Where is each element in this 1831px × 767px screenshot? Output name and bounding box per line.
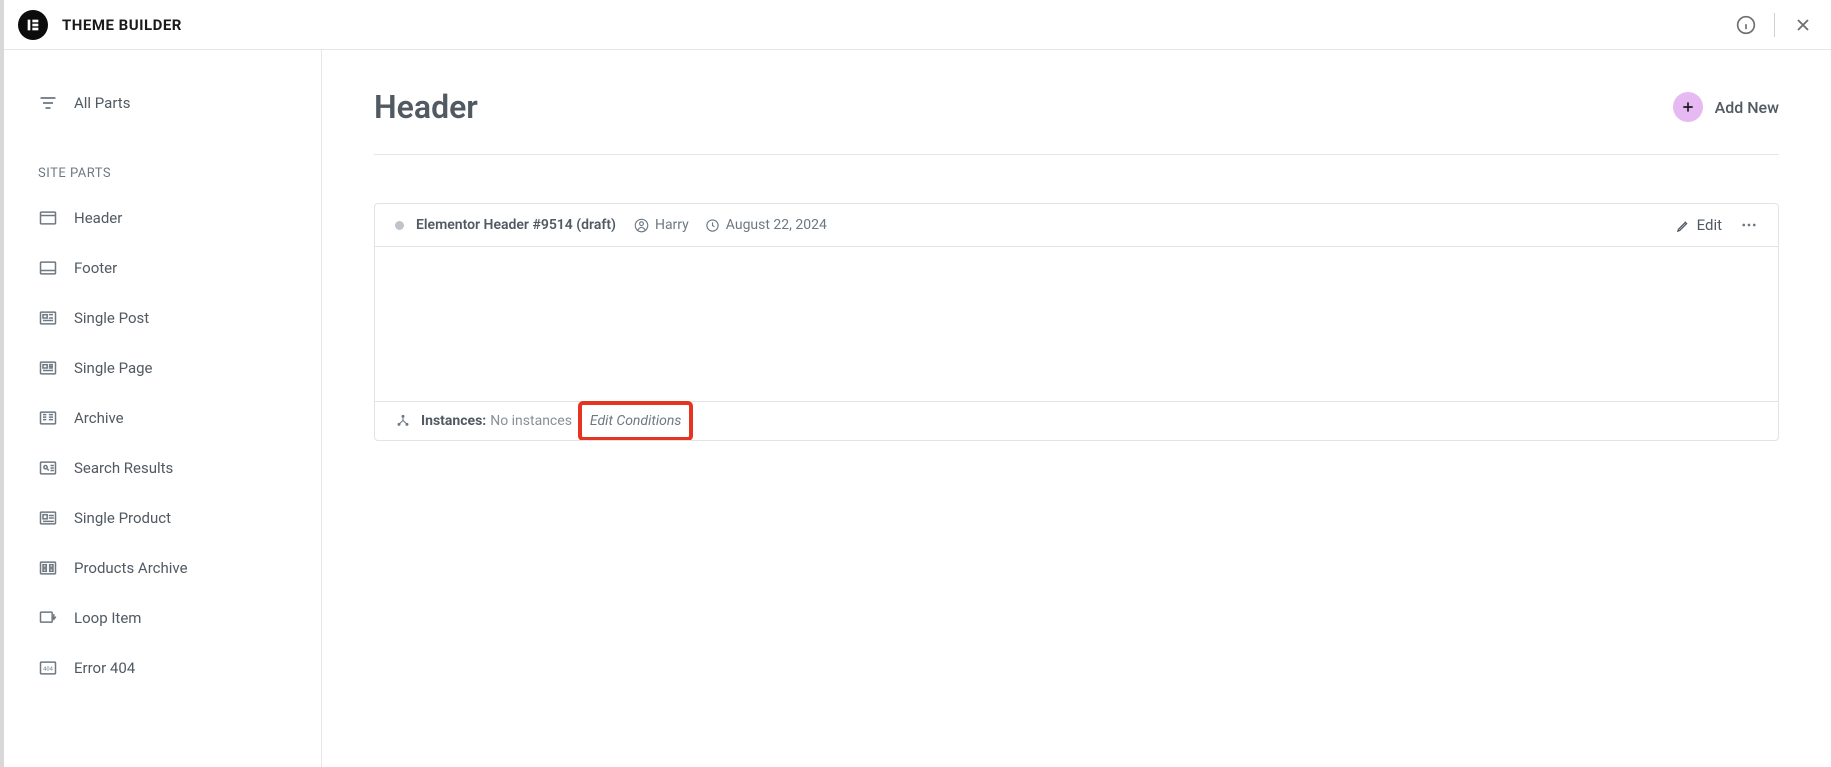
edit-conditions-link[interactable]: Edit Conditions bbox=[590, 413, 681, 429]
sidebar-item-label: Search Results bbox=[74, 459, 173, 477]
products-archive-icon bbox=[38, 558, 58, 578]
sidebar-all-parts[interactable]: All Parts bbox=[4, 78, 321, 128]
archive-icon bbox=[38, 408, 58, 428]
sidebar-item-error-404[interactable]: 404 Error 404 bbox=[4, 643, 321, 693]
template-author-name: Harry bbox=[655, 217, 689, 233]
sidebar-item-label: Archive bbox=[74, 409, 124, 427]
add-new-button[interactable]: Add New bbox=[1673, 92, 1779, 122]
dots-horizontal-icon bbox=[1740, 216, 1758, 234]
footer-icon bbox=[38, 258, 58, 278]
content-area: Header Add New Elementor Header #9514 (d… bbox=[322, 50, 1831, 767]
topbar-divider bbox=[1774, 13, 1775, 37]
status-dot-icon bbox=[395, 221, 404, 230]
template-card: Elementor Header #9514 (draft) Harry Aug… bbox=[374, 203, 1779, 441]
sidebar-item-footer[interactable]: Footer bbox=[4, 243, 321, 293]
pencil-icon bbox=[1676, 218, 1691, 233]
sidebar-item-label: Single Product bbox=[74, 509, 171, 527]
elementor-logo-icon bbox=[18, 10, 48, 40]
template-preview[interactable] bbox=[375, 247, 1778, 401]
sidebar: All Parts SITE PARTS Header Footer Singl… bbox=[4, 50, 322, 767]
user-icon bbox=[634, 218, 649, 233]
sidebar-item-label: Single Post bbox=[74, 309, 149, 327]
sidebar-item-single-product[interactable]: Single Product bbox=[4, 493, 321, 543]
plus-icon bbox=[1673, 92, 1703, 122]
svg-text:404: 404 bbox=[43, 667, 54, 673]
template-author: Harry bbox=[634, 217, 689, 233]
template-date-value: August 22, 2024 bbox=[726, 217, 827, 233]
template-title[interactable]: Elementor Header #9514 (draft) bbox=[416, 217, 616, 233]
sidebar-item-label: Header bbox=[74, 209, 122, 227]
template-card-header: Elementor Header #9514 (draft) Harry Aug… bbox=[375, 204, 1778, 247]
template-card-footer: Instances: No instances Edit Conditions bbox=[375, 401, 1778, 440]
sidebar-item-label: Loop Item bbox=[74, 609, 141, 627]
sidebar-item-single-page[interactable]: Single Page bbox=[4, 343, 321, 393]
app-title: THEME BUILDER bbox=[62, 16, 182, 34]
edit-button-label: Edit bbox=[1697, 216, 1722, 234]
sidebar-item-label: Single Page bbox=[74, 359, 153, 377]
sidebar-all-parts-label: All Parts bbox=[74, 94, 130, 112]
sidebar-item-header[interactable]: Header bbox=[4, 193, 321, 243]
topbar: THEME BUILDER bbox=[4, 0, 1831, 50]
error-404-icon: 404 bbox=[38, 658, 58, 678]
instances-icon bbox=[395, 413, 411, 429]
sidebar-item-archive[interactable]: Archive bbox=[4, 393, 321, 443]
sidebar-item-label: Footer bbox=[74, 259, 117, 277]
more-options-button[interactable] bbox=[1740, 216, 1758, 234]
page-title: Header bbox=[374, 88, 478, 126]
loop-item-icon bbox=[38, 608, 58, 628]
clock-icon bbox=[705, 218, 720, 233]
instances-label: Instances: bbox=[421, 413, 486, 429]
sidebar-item-search-results[interactable]: Search Results bbox=[4, 443, 321, 493]
sidebar-item-loop-item[interactable]: Loop Item bbox=[4, 593, 321, 643]
sidebar-item-products-archive[interactable]: Products Archive bbox=[4, 543, 321, 593]
instances-value: No instances bbox=[490, 413, 572, 429]
help-icon[interactable] bbox=[1736, 15, 1756, 35]
sidebar-item-label: Error 404 bbox=[74, 659, 135, 677]
single-product-icon bbox=[38, 508, 58, 528]
template-date: August 22, 2024 bbox=[705, 217, 827, 233]
sidebar-item-label: Products Archive bbox=[74, 559, 188, 577]
sidebar-heading: SITE PARTS bbox=[4, 166, 321, 181]
sidebar-item-single-post[interactable]: Single Post bbox=[4, 293, 321, 343]
single-post-icon bbox=[38, 308, 58, 328]
all-parts-icon bbox=[38, 93, 58, 113]
edit-button[interactable]: Edit bbox=[1676, 216, 1722, 234]
search-results-icon bbox=[38, 458, 58, 478]
header-icon bbox=[38, 208, 58, 228]
content-header: Header Add New bbox=[374, 88, 1779, 155]
add-new-label: Add New bbox=[1715, 98, 1779, 117]
close-icon[interactable] bbox=[1793, 15, 1813, 35]
single-page-icon bbox=[38, 358, 58, 378]
main-layout: All Parts SITE PARTS Header Footer Singl… bbox=[4, 50, 1831, 767]
